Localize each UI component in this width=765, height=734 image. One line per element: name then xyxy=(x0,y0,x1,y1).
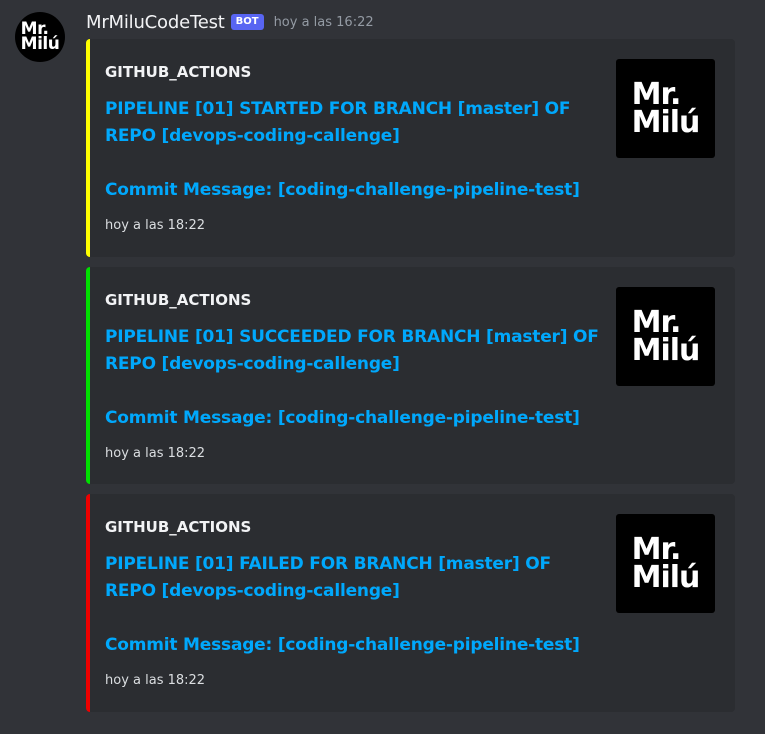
thumbnail-logo: Mr. Milú xyxy=(631,307,701,368)
thumbnail-logo-line-2: Milú xyxy=(631,332,701,368)
embed-footer-timestamp: hoy a las 18:22 xyxy=(105,446,206,461)
thumbnail-logo-line-2: Milú xyxy=(631,559,701,595)
embed-pipeline-started: GITHUB_ACTIONS PIPELINE [01] STARTED FOR… xyxy=(86,39,735,257)
thumbnail-logo-line-2: Milú xyxy=(631,104,701,140)
thumbnail-logo: Mr. Milú xyxy=(631,79,701,140)
embed-author: GITHUB_ACTIONS xyxy=(105,63,252,81)
avatar-logo: Mr. Milú xyxy=(20,21,60,54)
avatar-logo-line-2: Milú xyxy=(20,34,60,54)
username[interactable]: MrMiluCodeTest xyxy=(86,12,225,33)
chat-message: Mr. Milú MrMiluCodeTest BOT hoy a las 16… xyxy=(0,0,765,734)
embed-thumbnail[interactable]: Mr. Milú xyxy=(616,59,715,158)
embed-description-link[interactable]: Commit Message: [coding-challenge-pipeli… xyxy=(105,633,580,657)
embed-footer-timestamp: hoy a las 18:22 xyxy=(105,218,206,233)
embed-footer-timestamp: hoy a las 18:22 xyxy=(105,673,206,688)
embed-pipeline-succeeded: GITHUB_ACTIONS PIPELINE [01] SUCCEEDED F… xyxy=(86,267,735,484)
embed-title-link[interactable]: PIPELINE [01] FAILED FOR BRANCH [master]… xyxy=(105,551,600,605)
embed-thumbnail[interactable]: Mr. Milú xyxy=(616,514,715,613)
embed-title-link[interactable]: PIPELINE [01] SUCCEEDED FOR BRANCH [mast… xyxy=(105,324,600,378)
embed-author: GITHUB_ACTIONS xyxy=(105,518,252,536)
bot-tag: BOT xyxy=(230,14,264,30)
embed-description-link[interactable]: Commit Message: [coding-challenge-pipeli… xyxy=(105,178,580,202)
embed-description-link[interactable]: Commit Message: [coding-challenge-pipeli… xyxy=(105,406,580,430)
thumbnail-logo: Mr. Milú xyxy=(631,534,701,595)
message-header: MrMiluCodeTest BOT hoy a las 16:22 xyxy=(86,10,374,34)
avatar[interactable]: Mr. Milú xyxy=(15,12,65,62)
embed-author: GITHUB_ACTIONS xyxy=(105,291,252,309)
message-timestamp[interactable]: hoy a las 16:22 xyxy=(274,15,374,30)
embed-title-link[interactable]: PIPELINE [01] STARTED FOR BRANCH [master… xyxy=(105,96,600,150)
embed-thumbnail[interactable]: Mr. Milú xyxy=(616,287,715,386)
embed-pipeline-failed: GITHUB_ACTIONS PIPELINE [01] FAILED FOR … xyxy=(86,494,735,712)
